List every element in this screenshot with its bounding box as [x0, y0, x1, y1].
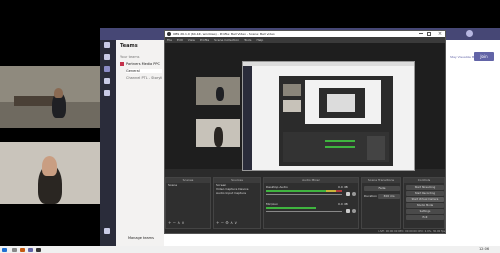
video-feed-person	[0, 142, 100, 204]
taskbar-app-icon[interactable]	[36, 248, 41, 252]
transitions-title: Scene Transitions	[362, 178, 400, 183]
join-button[interactable]: Join	[474, 52, 494, 61]
teams-panel-title: Teams	[120, 43, 138, 49]
menu-profile[interactable]: Profile	[200, 38, 209, 42]
gear-icon[interactable]	[352, 192, 356, 196]
activity-icon[interactable]	[104, 42, 110, 48]
duration-input[interactable]: 300 ms	[378, 194, 400, 199]
scenes-dock: Scenes Scene + − ∧ ∨	[165, 177, 211, 229]
teams-icon[interactable]	[104, 66, 110, 72]
mixer-track-desktop-name: Desktop Audio	[266, 185, 288, 189]
start-virtual-camera-button[interactable]: Start Virtual Camera	[406, 197, 444, 202]
menu-file[interactable]: File	[167, 38, 172, 42]
team-name[interactable]: Partners Media PPC	[126, 62, 162, 66]
source-item-audio[interactable]: Audio Input Capture	[214, 191, 260, 195]
menu-view[interactable]: View	[188, 38, 195, 42]
menu-tools[interactable]: Tools	[244, 38, 251, 42]
mic-audio-slider[interactable]	[266, 211, 342, 212]
obs-status-bar: LIVE: 00:00:00 REC: 00:00:00 CPU: 2.0%, …	[378, 230, 445, 233]
team-avatar	[120, 62, 124, 66]
mixer-track-mic-db: 0.0 dB	[338, 202, 348, 206]
gear-icon[interactable]	[352, 209, 356, 213]
teams-channel-panel: Teams Your teams Partners Media PPC Gene…	[116, 28, 164, 246]
taskbar-clock[interactable]: 12:06	[470, 246, 498, 253]
stay-visualize-badge[interactable]: Stay Visualize Me	[450, 53, 474, 61]
menu-help[interactable]: Help	[256, 38, 263, 42]
user-avatar[interactable]	[466, 30, 473, 37]
mic-audio-meter	[266, 207, 316, 209]
start-recording-button[interactable]: Start Recording	[406, 191, 444, 196]
settings-button[interactable]: Settings	[406, 209, 444, 214]
exit-button[interactable]: Exit	[406, 215, 444, 220]
taskbar-app-icon[interactable]	[20, 248, 25, 252]
menu-edit[interactable]: Edit	[177, 38, 183, 42]
desktop-audio-slider[interactable]	[266, 194, 342, 195]
preview-screen-capture	[242, 61, 415, 171]
maximize-icon[interactable]	[427, 32, 431, 36]
mixer-track-mic-name: Mic/Aux	[266, 202, 278, 206]
studio-mode-button[interactable]: Studio Mode	[406, 203, 444, 208]
calendar-icon[interactable]	[104, 78, 110, 84]
apps-icon[interactable]	[104, 228, 110, 234]
audio-mixer-dock: Audio Mixer Desktop Audio 0.0 dB Mic/Aux…	[263, 177, 359, 229]
menu-scene-collection[interactable]: Scene Collection	[214, 38, 239, 42]
audio-mixer-title: Audio Mixer	[264, 178, 358, 183]
transitions-dock: Scene Transitions Fade Duration 300 ms	[361, 177, 401, 229]
add-source-button[interactable]: + − ⚙ ∧ ∨	[216, 220, 237, 225]
calls-icon[interactable]	[104, 90, 110, 96]
desktop-audio-meter	[266, 190, 326, 192]
windows-taskbar	[0, 246, 500, 253]
transition-select[interactable]: Fade	[364, 186, 400, 191]
mixer-track-desktop-db: 0.0 dB	[338, 185, 348, 189]
sources-dock: Sources Screen Video Capture Device Audi…	[213, 177, 261, 229]
speaker-icon[interactable]	[346, 209, 350, 213]
start-icon[interactable]	[2, 248, 7, 252]
chat-icon[interactable]	[104, 54, 110, 60]
teams-app-rail	[100, 28, 116, 246]
speaker-icon[interactable]	[346, 192, 350, 196]
teams-section-label: Your teams	[120, 55, 140, 59]
obs-logo-icon	[167, 32, 171, 36]
scene-item[interactable]: Scene	[166, 183, 210, 187]
taskbar-app-icon[interactable]	[28, 248, 33, 252]
obs-preview[interactable]	[165, 43, 445, 171]
channel-storyline[interactable]: Channel PTL - Storyline...	[126, 76, 162, 80]
video-feed-room	[0, 66, 100, 128]
manage-teams-link[interactable]: Manage teams	[128, 236, 154, 240]
minimize-icon[interactable]	[419, 33, 423, 34]
controls-title: Controls	[404, 178, 444, 183]
taskbar-app-icon[interactable]	[12, 248, 17, 252]
add-scene-button[interactable]: + − ∧ ∨	[168, 220, 184, 225]
channel-general[interactable]: General	[126, 69, 162, 73]
controls-dock: Controls Start Streaming Start Recording…	[403, 177, 445, 229]
start-streaming-button[interactable]: Start Streaming	[406, 185, 444, 190]
preview-webcam-room	[196, 77, 240, 105]
obs-window: OBS 26.1.0 (64-bit, windows) - Profile: …	[164, 30, 446, 234]
preview-webcam-person	[196, 119, 240, 147]
duration-label: Duration	[364, 194, 378, 198]
